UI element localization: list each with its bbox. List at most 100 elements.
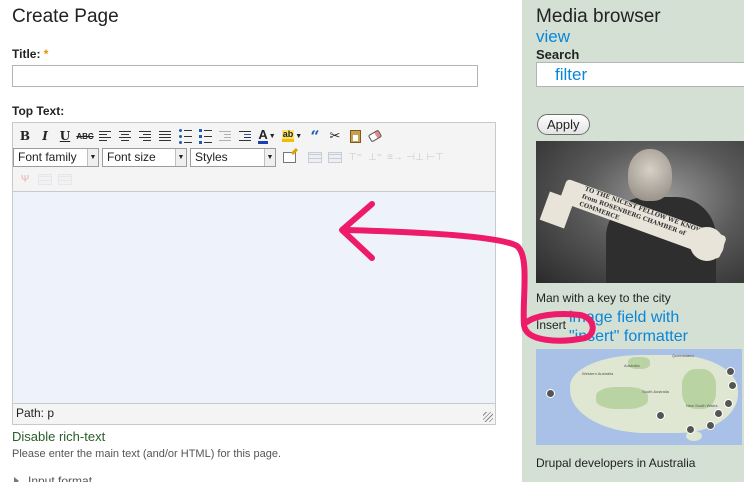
outdent-icon <box>219 131 231 141</box>
align-center-icon <box>119 131 131 141</box>
bold-button[interactable]: B <box>15 127 35 145</box>
edit-css-icon <box>282 147 298 163</box>
disable-rich-text-link[interactable]: Disable rich-text <box>12 429 105 444</box>
chevron-down-icon: ▼ <box>175 148 186 166</box>
insert-col-before-button[interactable]: ⊣⊥ <box>405 148 425 166</box>
align-justify-icon <box>159 131 171 141</box>
font-family-select[interactable]: Font family ▼ <box>13 147 99 167</box>
map-pin-icon[interactable] <box>728 381 737 390</box>
collapse-triangle-icon[interactable] <box>14 477 19 482</box>
indent-icon <box>239 131 251 141</box>
search-label: Search <box>536 47 580 62</box>
cell-props-button[interactable] <box>325 148 345 166</box>
align-left-icon <box>99 131 111 141</box>
font-color-icon: A <box>258 126 268 144</box>
media-thumbnail-photo[interactable]: TO THE NICEST FELLOW WE KNOW from ROSENB… <box>536 141 744 283</box>
insert-row-icon: ⊥⁼ <box>368 151 382 163</box>
media-thumbnail-map[interactable]: Western Australia Australia South Austra… <box>536 349 742 445</box>
outdent-button[interactable] <box>215 127 235 145</box>
rich-text-editor: B I U ABC A ▼ ab ▼ “ ✂ Font family ▼ Font s… <box>12 122 496 425</box>
delete-row-button[interactable]: ≡→ <box>385 148 405 166</box>
paste-button[interactable] <box>345 127 365 145</box>
highlight-color-button[interactable]: ab ▼ <box>279 127 305 145</box>
align-left-button[interactable] <box>95 127 115 145</box>
align-right-icon <box>139 131 151 141</box>
insert-row-after-button[interactable]: ⊥⁼ <box>365 148 385 166</box>
underline-icon: U <box>59 129 71 143</box>
media-caption-2: Drupal developers in Australia <box>536 456 696 470</box>
media-caption-1: Man with a key to the city <box>536 291 671 305</box>
title-label-text: Title: <box>12 47 41 61</box>
apply-button[interactable]: Apply <box>537 114 590 135</box>
styles-select[interactable]: Styles ▼ <box>190 147 276 167</box>
edit-css-button[interactable] <box>279 147 299 166</box>
map-label: Queensland <box>672 353 694 358</box>
styles-value: Styles <box>195 150 228 164</box>
media-browser-sidebar: Media browser view Search filter Apply T… <box>522 0 744 482</box>
highlight-icon: ab <box>281 130 295 142</box>
title-label: Title: * <box>12 47 48 61</box>
align-right-button[interactable] <box>135 127 155 145</box>
toolbar-row-2: Font family ▼ Font size ▼ Styles ▼ ⊤⁼ ⊥⁼ ≡→… <box>13 146 445 168</box>
numbered-list-icon <box>198 128 212 144</box>
insert-col-icon: ⊢⊤ <box>426 151 444 163</box>
delete-col-button[interactable]: Ψ <box>15 170 35 188</box>
resize-handle-icon[interactable] <box>483 412 493 422</box>
strikethrough-button[interactable]: ABC <box>75 127 95 145</box>
insert-button[interactable]: Insert <box>536 318 566 332</box>
insert-row-icon: ⊤⁼ <box>348 151 362 163</box>
numbered-list-button[interactable] <box>195 127 215 145</box>
align-center-button[interactable] <box>115 127 135 145</box>
font-family-value: Font family <box>18 150 77 164</box>
map-label: New South Wales <box>686 403 718 408</box>
chevron-down-icon: ▼ <box>295 132 303 140</box>
input-format-link[interactable]: Input format <box>28 474 92 482</box>
insert-col-icon: ⊣⊥ <box>406 151 424 163</box>
paste-icon <box>349 129 361 143</box>
editor-content-area[interactable] <box>13 191 495 404</box>
font-color-button[interactable]: A ▼ <box>255 127 279 145</box>
search-filter-text: filter <box>555 64 588 84</box>
media-browser-title: Media browser <box>536 6 661 27</box>
view-link[interactable]: view <box>536 27 570 47</box>
eraser-icon <box>367 129 383 143</box>
indent-button[interactable] <box>235 127 255 145</box>
insert-row-before-button[interactable]: ⊤⁼ <box>345 148 365 166</box>
map-pin-icon[interactable] <box>546 389 555 398</box>
cut-button[interactable]: ✂ <box>325 127 345 145</box>
italic-button[interactable]: I <box>35 127 55 145</box>
map-pin-icon[interactable] <box>724 399 733 408</box>
merge-cells-button[interactable] <box>55 170 75 188</box>
map-label: South Australia <box>642 389 669 394</box>
table-icon <box>38 173 52 185</box>
split-cells-button[interactable] <box>35 170 55 188</box>
scissors-icon: ✂ <box>329 128 341 143</box>
underline-button[interactable]: U <box>55 127 75 145</box>
annotation-text: image field with "insert" formatter <box>569 308 688 346</box>
delete-row-icon: ≡→ <box>387 151 403 163</box>
bullet-list-button[interactable] <box>175 127 195 145</box>
annotation-line-2: "insert" formatter <box>569 328 688 345</box>
remove-format-button[interactable] <box>365 127 385 145</box>
row-props-button[interactable] <box>305 148 325 166</box>
align-justify-button[interactable] <box>155 127 175 145</box>
font-size-value: Font size <box>107 150 156 164</box>
annotation-line-1: image field with <box>569 309 680 326</box>
title-input[interactable] <box>12 65 478 87</box>
map-pin-icon[interactable] <box>714 409 723 418</box>
map-pin-icon[interactable] <box>706 421 715 430</box>
help-text: Please enter the main text (and/or HTML)… <box>12 448 282 460</box>
chevron-down-icon: ▼ <box>87 148 98 166</box>
blockquote-button[interactable]: “ <box>305 127 325 146</box>
bullet-list-icon <box>178 128 192 144</box>
editor-path: Path: p <box>16 406 55 420</box>
map-pin-icon[interactable] <box>656 411 665 420</box>
map-pin-icon[interactable] <box>726 367 735 376</box>
font-size-select[interactable]: Font size ▼ <box>102 147 187 167</box>
table-icon <box>308 151 322 163</box>
insert-col-after-button[interactable]: ⊢⊤ <box>425 148 445 166</box>
map-pin-icon[interactable] <box>686 425 695 434</box>
italic-icon: I <box>42 129 48 143</box>
photo-key-bow <box>690 227 724 261</box>
search-input[interactable]: filter <box>536 62 744 87</box>
